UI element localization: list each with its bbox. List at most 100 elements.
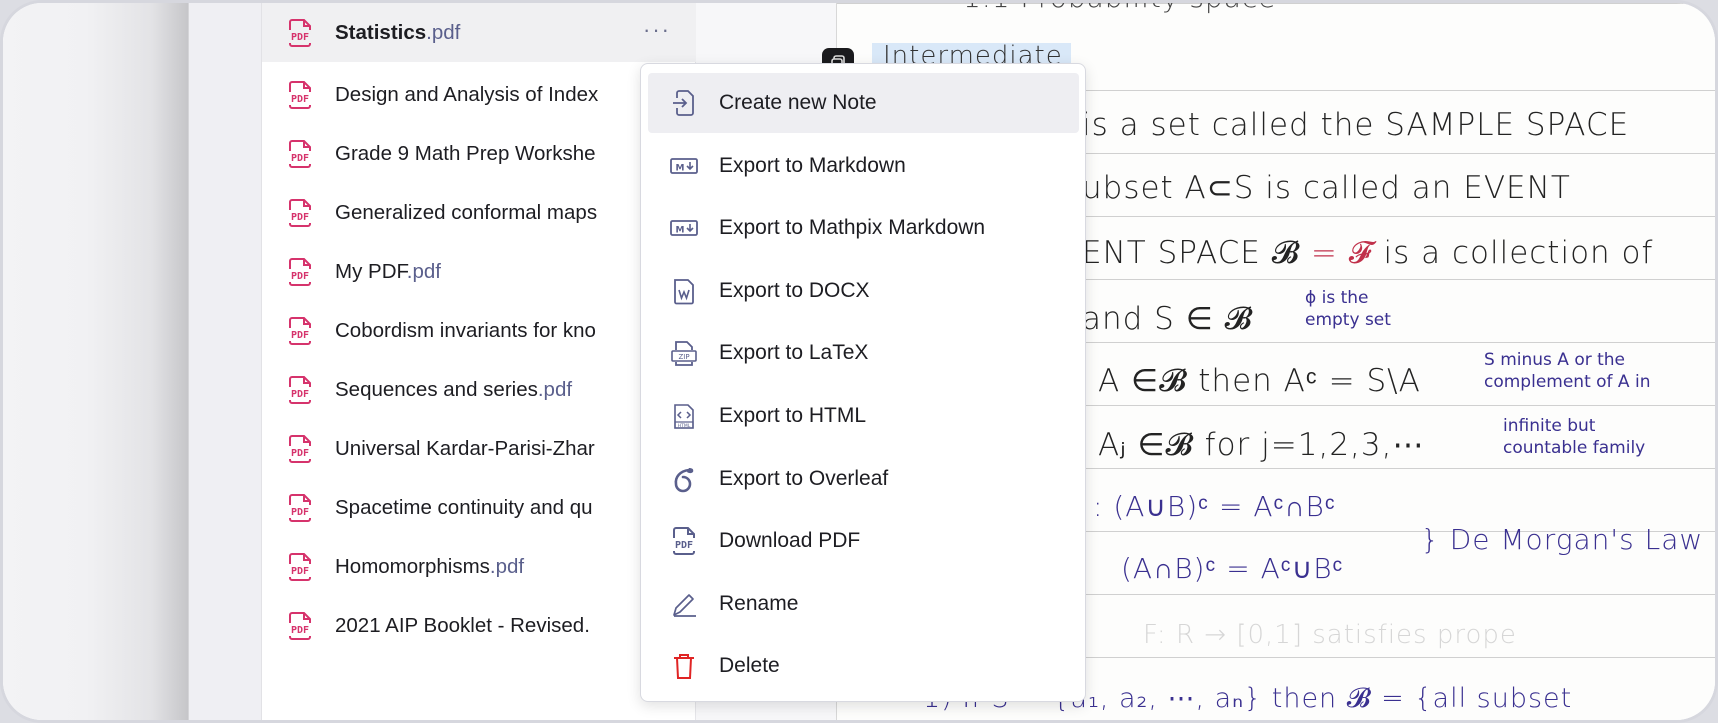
file-name: Sequences and series.pdf — [335, 377, 573, 401]
svg-text:PDF: PDF — [291, 566, 309, 577]
more-options-button[interactable]: ··· — [643, 17, 671, 43]
file-name: Universal Kardar-Parisi-Zhar — [335, 436, 595, 460]
menu-item-label: Export to Overleaf — [719, 466, 889, 490]
menu-item-label: Rename — [719, 591, 799, 615]
menu-item-export-to-overleaf[interactable]: Export to Overleaf — [648, 449, 1079, 509]
menu-item-label: Download PDF — [719, 529, 861, 553]
file-name: Generalized conformal maps — [335, 200, 598, 224]
file-name: Design and Analysis of Index — [335, 82, 599, 106]
svg-text:M: M — [676, 163, 685, 173]
svg-text:M: M — [676, 226, 685, 236]
svg-text:PDF: PDF — [291, 153, 309, 164]
file-name: Homomorphisms.pdf — [335, 554, 525, 578]
menu-item-export-to-html[interactable]: HTML Export to HTML — [648, 386, 1079, 446]
file-list-item[interactable]: PDF My PDF.pdf — [262, 242, 697, 301]
notes-line: Aⱼ ∈𝓑 for j=1,2,3,⋯ — [1098, 427, 1425, 463]
pencil-icon — [673, 593, 696, 617]
notes-annotation: infinite but countable family — [1503, 416, 1646, 458]
file-list-item[interactable]: PDF Design and Analysis of Index — [262, 65, 697, 124]
menu-item-label: Export to Markdown — [719, 153, 906, 177]
svg-text:PDF: PDF — [291, 330, 309, 341]
file-list-item[interactable]: PDF Spacetime continuity and qu — [262, 478, 697, 537]
pdf-icon: PDF — [287, 139, 313, 168]
docx-icon — [674, 278, 694, 305]
menu-item-export-to-latex[interactable]: ZIP Export to LaTeX — [648, 323, 1079, 383]
file-list-item[interactable]: PDF Statistics.pdf ··· — [262, 3, 697, 62]
svg-text:PDF: PDF — [291, 389, 309, 400]
menu-item-label: Export to HTML — [719, 404, 867, 427]
overleaf-icon — [674, 467, 694, 492]
menu-item-export-to-docx[interactable]: Export to DOCX — [648, 261, 1079, 321]
svg-text:PDF: PDF — [291, 212, 309, 223]
menu-item-export-to-markdown[interactable]: M Export to Markdown — [648, 136, 1079, 196]
file-list-item[interactable]: PDF 2021 AIP Booklet - Revised. — [262, 596, 697, 655]
notes-annotation: ϕ is the empty set — [1305, 288, 1391, 330]
pdf-icon: PDF — [287, 18, 313, 47]
file-name: Spacetime continuity and qu — [335, 495, 593, 519]
file-name: Cobordism invariants for kno — [335, 318, 596, 342]
file-list-item[interactable]: PDF Sequences and series.pdf — [262, 360, 697, 419]
file-list-item[interactable]: PDF Universal Kardar-Parisi-Zhar — [262, 419, 697, 478]
menu-item-label: Export to LaTeX — [719, 341, 869, 365]
app-window: PDF Statistics.pdf ··· PDF Design and Analys… — [0, 0, 1718, 723]
notes-line: is a set called the SAMPLE SPACE — [1082, 107, 1630, 143]
file-list-item[interactable]: PDF Cobordism invariants for kno — [262, 301, 697, 360]
svg-text:PDF: PDF — [291, 271, 309, 282]
left-panel — [3, 3, 188, 720]
pdf-icon: PDF — [287, 375, 313, 404]
pdf-icon: PDF — [287, 80, 313, 109]
file-name: Grade 9 Math Prep Workshe — [335, 141, 596, 165]
file-name: 2021 AIP Booklet - Revised. — [335, 613, 590, 637]
file-name: My PDF.pdf — [335, 259, 441, 283]
pdf-icon: PDF — [287, 257, 313, 286]
markdown-icon: M — [670, 157, 698, 174]
trash-icon — [674, 654, 694, 680]
menu-item-label: Delete — [719, 654, 780, 678]
notes-line: and S ∈ 𝓑 — [1082, 301, 1253, 337]
pdf-icon: PDF — [287, 611, 313, 640]
file-list-item[interactable]: PDF Grade 9 Math Prep Workshe — [262, 124, 697, 183]
svg-text:PDF: PDF — [291, 32, 309, 43]
pdf-icon: PDF — [287, 493, 313, 522]
context-menu: Create new Note M Export to Markdown M Expor… — [640, 63, 1086, 702]
pdf-icon: PDF — [287, 316, 313, 345]
notes-red-part: = 𝓕 — [1310, 235, 1373, 271]
svg-text:HTML: HTML — [678, 423, 691, 429]
menu-item-create-new-note[interactable]: Create new Note — [648, 73, 1079, 133]
notes-line-part: ENT SPACE 𝓑 — [1082, 235, 1311, 271]
notes-line: F: R → [0,1] satisfies prope — [1143, 620, 1517, 650]
menu-item-delete[interactable]: Delete — [648, 636, 1079, 696]
notes-line: ubset A⊂S is called an EVENT — [1082, 170, 1571, 206]
svg-text:PDF: PDF — [291, 625, 309, 636]
pdf-icon: PDF — [287, 434, 313, 463]
notes-annotation: S minus A or the complement of A in — [1484, 350, 1651, 392]
menu-item-download-pdf[interactable]: PDF Download PDF — [648, 511, 1079, 571]
markdown-icon: M — [670, 220, 698, 237]
notes-line: } De Morgan's Law — [1421, 523, 1704, 556]
file-name: Statistics.pdf — [335, 20, 461, 44]
file-list-item[interactable]: PDF Homomorphisms.pdf — [262, 537, 697, 596]
file-list-item[interactable]: PDF Generalized conformal maps — [262, 183, 697, 242]
svg-text:PDF: PDF — [675, 540, 693, 551]
notes-line: A ∈𝓑 then Aᶜ = S\A — [1098, 363, 1421, 399]
svg-text:ZIP: ZIP — [678, 353, 689, 361]
svg-text:PDF: PDF — [291, 507, 309, 518]
zip-icon: ZIP — [671, 341, 697, 367]
menu-item-export-to-mathpix-markdown[interactable]: M Export to Mathpix Markdown — [648, 198, 1079, 258]
menu-item-rename[interactable]: Rename — [648, 574, 1079, 634]
svg-text:PDF: PDF — [291, 448, 309, 459]
pdf-icon: PDF — [673, 527, 695, 556]
notes-line: : (A∪B)ᶜ = Aᶜ∩Bᶜ — [1093, 490, 1336, 523]
html-icon: HTML — [674, 404, 694, 429]
create-note-icon — [673, 90, 694, 116]
notes-line: (A∩B)ᶜ = Aᶜ∪Bᶜ — [1121, 552, 1344, 585]
file-list: PDF Statistics.pdf ··· PDF Design and Analys… — [261, 3, 697, 720]
menu-item-label: Create new Note — [719, 91, 877, 114]
pdf-icon: PDF — [287, 198, 313, 227]
notes-title: 1.1 Probability space — [963, 3, 1276, 14]
notes-line: ENT SPACE 𝓑 = 𝓕 is a collection of — [1082, 235, 1653, 272]
menu-item-label: Export to DOCX — [719, 278, 870, 302]
menu-item-label: Export to Mathpix Markdown — [719, 216, 986, 240]
notes-line-part: is a collection of — [1383, 235, 1654, 271]
svg-text:PDF: PDF — [291, 94, 309, 105]
